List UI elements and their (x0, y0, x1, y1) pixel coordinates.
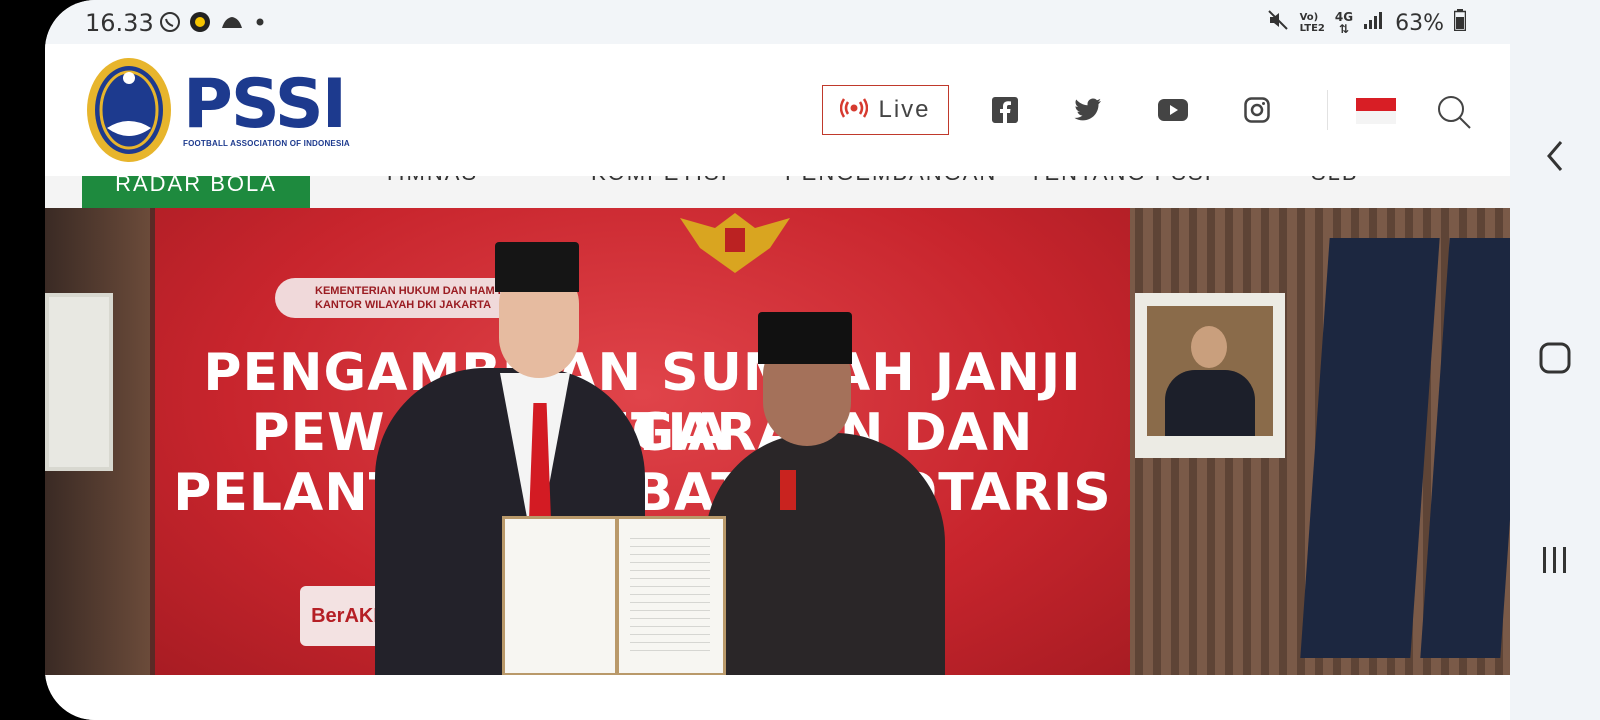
whatsapp-icon (159, 11, 181, 38)
certificate-fold (615, 516, 619, 675)
mute-icon (1266, 8, 1290, 38)
pssi-logo[interactable]: PSSI FOOTBALL ASSOCIATION OF INDONESIA (85, 56, 350, 164)
hero-image[interactable]: KEMENTERIAN HUKUM DAN HAM RI KANTOR WILA… (45, 208, 1510, 675)
nav-item-timnas[interactable]: TIMNAS (383, 176, 478, 186)
status-left-icons (159, 11, 267, 38)
network-type-indicator: 4G ⇅ (1335, 11, 1353, 35)
nav-item-pengembangan[interactable]: PENGEMBANGAN (785, 176, 997, 186)
browser-screen: 16.33 Vo) LTE2 4G ⇅ 63% PSSI FOOTBALL AS… (45, 0, 1510, 720)
twitter-icon[interactable] (1073, 95, 1103, 125)
system-nav-bar (1510, 0, 1600, 720)
logo-text-block: PSSI FOOTBALL ASSOCIATION OF INDONESIA (183, 64, 350, 148)
logo-subtitle: FOOTBALL ASSOCIATION OF INDONESIA (183, 138, 350, 148)
lte-label: LTE2 (1299, 23, 1325, 34)
volte-indicator: Vo) LTE2 (1300, 12, 1325, 34)
status-time: 16.33 (85, 9, 154, 37)
instagram-icon[interactable] (1242, 95, 1272, 125)
person-right-peci (758, 312, 852, 364)
person-right-body (705, 433, 945, 675)
dot-icon (253, 15, 267, 34)
nav-item-tentang-pssi[interactable]: TENTANG PSSI (1029, 176, 1213, 186)
signal-icon (1363, 10, 1385, 36)
indonesia-flag-icon[interactable] (1356, 98, 1396, 124)
status-right: Vo) LTE2 4G ⇅ 63% (1266, 8, 1467, 38)
live-broadcast-icon (840, 97, 869, 123)
search-icon[interactable] (1436, 94, 1472, 130)
battery-icon (1453, 9, 1467, 37)
certificate-text-lines (630, 538, 710, 658)
page-below-hero (45, 675, 1510, 720)
header-divider (1327, 90, 1328, 130)
banner-ministry-line-2: KANTOR WILAYAH DKI JAKARTA (315, 299, 492, 311)
live-button[interactable]: Live (822, 85, 949, 135)
live-label: Live (878, 96, 931, 123)
volte-label: Vo) (1299, 12, 1319, 23)
recent-apps-icon[interactable] (1532, 537, 1578, 583)
site-header: PSSI FOOTBALL ASSOCIATION OF INDONESIA L… (45, 44, 1510, 176)
portrait-body (1165, 370, 1255, 436)
pssi-emblem-icon (87, 58, 171, 162)
nav-item-radar-bola[interactable]: RADAR BOLA (82, 176, 310, 208)
nav-item-kompetisi[interactable]: KOMPETISI (591, 176, 729, 186)
flag-white-stripe (1356, 111, 1396, 124)
main-nav: RADAR BOLA TIMNAS KOMPETISI PENGEMBANGAN… (45, 176, 1510, 208)
banner-ministry-text: KEMENTERIAN HUKUM DAN HAM RI KANTOR WILA… (315, 284, 509, 312)
app-notification-icon (189, 11, 211, 38)
youtube-icon[interactable] (1158, 95, 1188, 125)
data-arrows-icon: ⇅ (1338, 22, 1350, 36)
portrait-face (1191, 326, 1227, 368)
nav-item-slb[interactable]: SLB (1311, 176, 1359, 186)
weather-icon (219, 12, 245, 37)
home-icon[interactable] (1532, 335, 1578, 381)
flag-red-stripe (1356, 98, 1396, 111)
status-bar: 16.33 Vo) LTE2 4G ⇅ 63% (45, 0, 1510, 44)
battery-percent: 63% (1395, 10, 1444, 36)
person-right-tie (780, 470, 796, 510)
facebook-icon[interactable] (990, 95, 1020, 125)
logo-wordmark: PSSI (183, 64, 347, 144)
banner-ministry-line-1: KEMENTERIAN HUKUM DAN HAM RI (315, 285, 509, 297)
wall-frame-left (45, 293, 113, 471)
person-left-peci (495, 242, 579, 292)
back-icon[interactable] (1532, 133, 1578, 179)
garuda-emblem-icon (680, 213, 790, 273)
